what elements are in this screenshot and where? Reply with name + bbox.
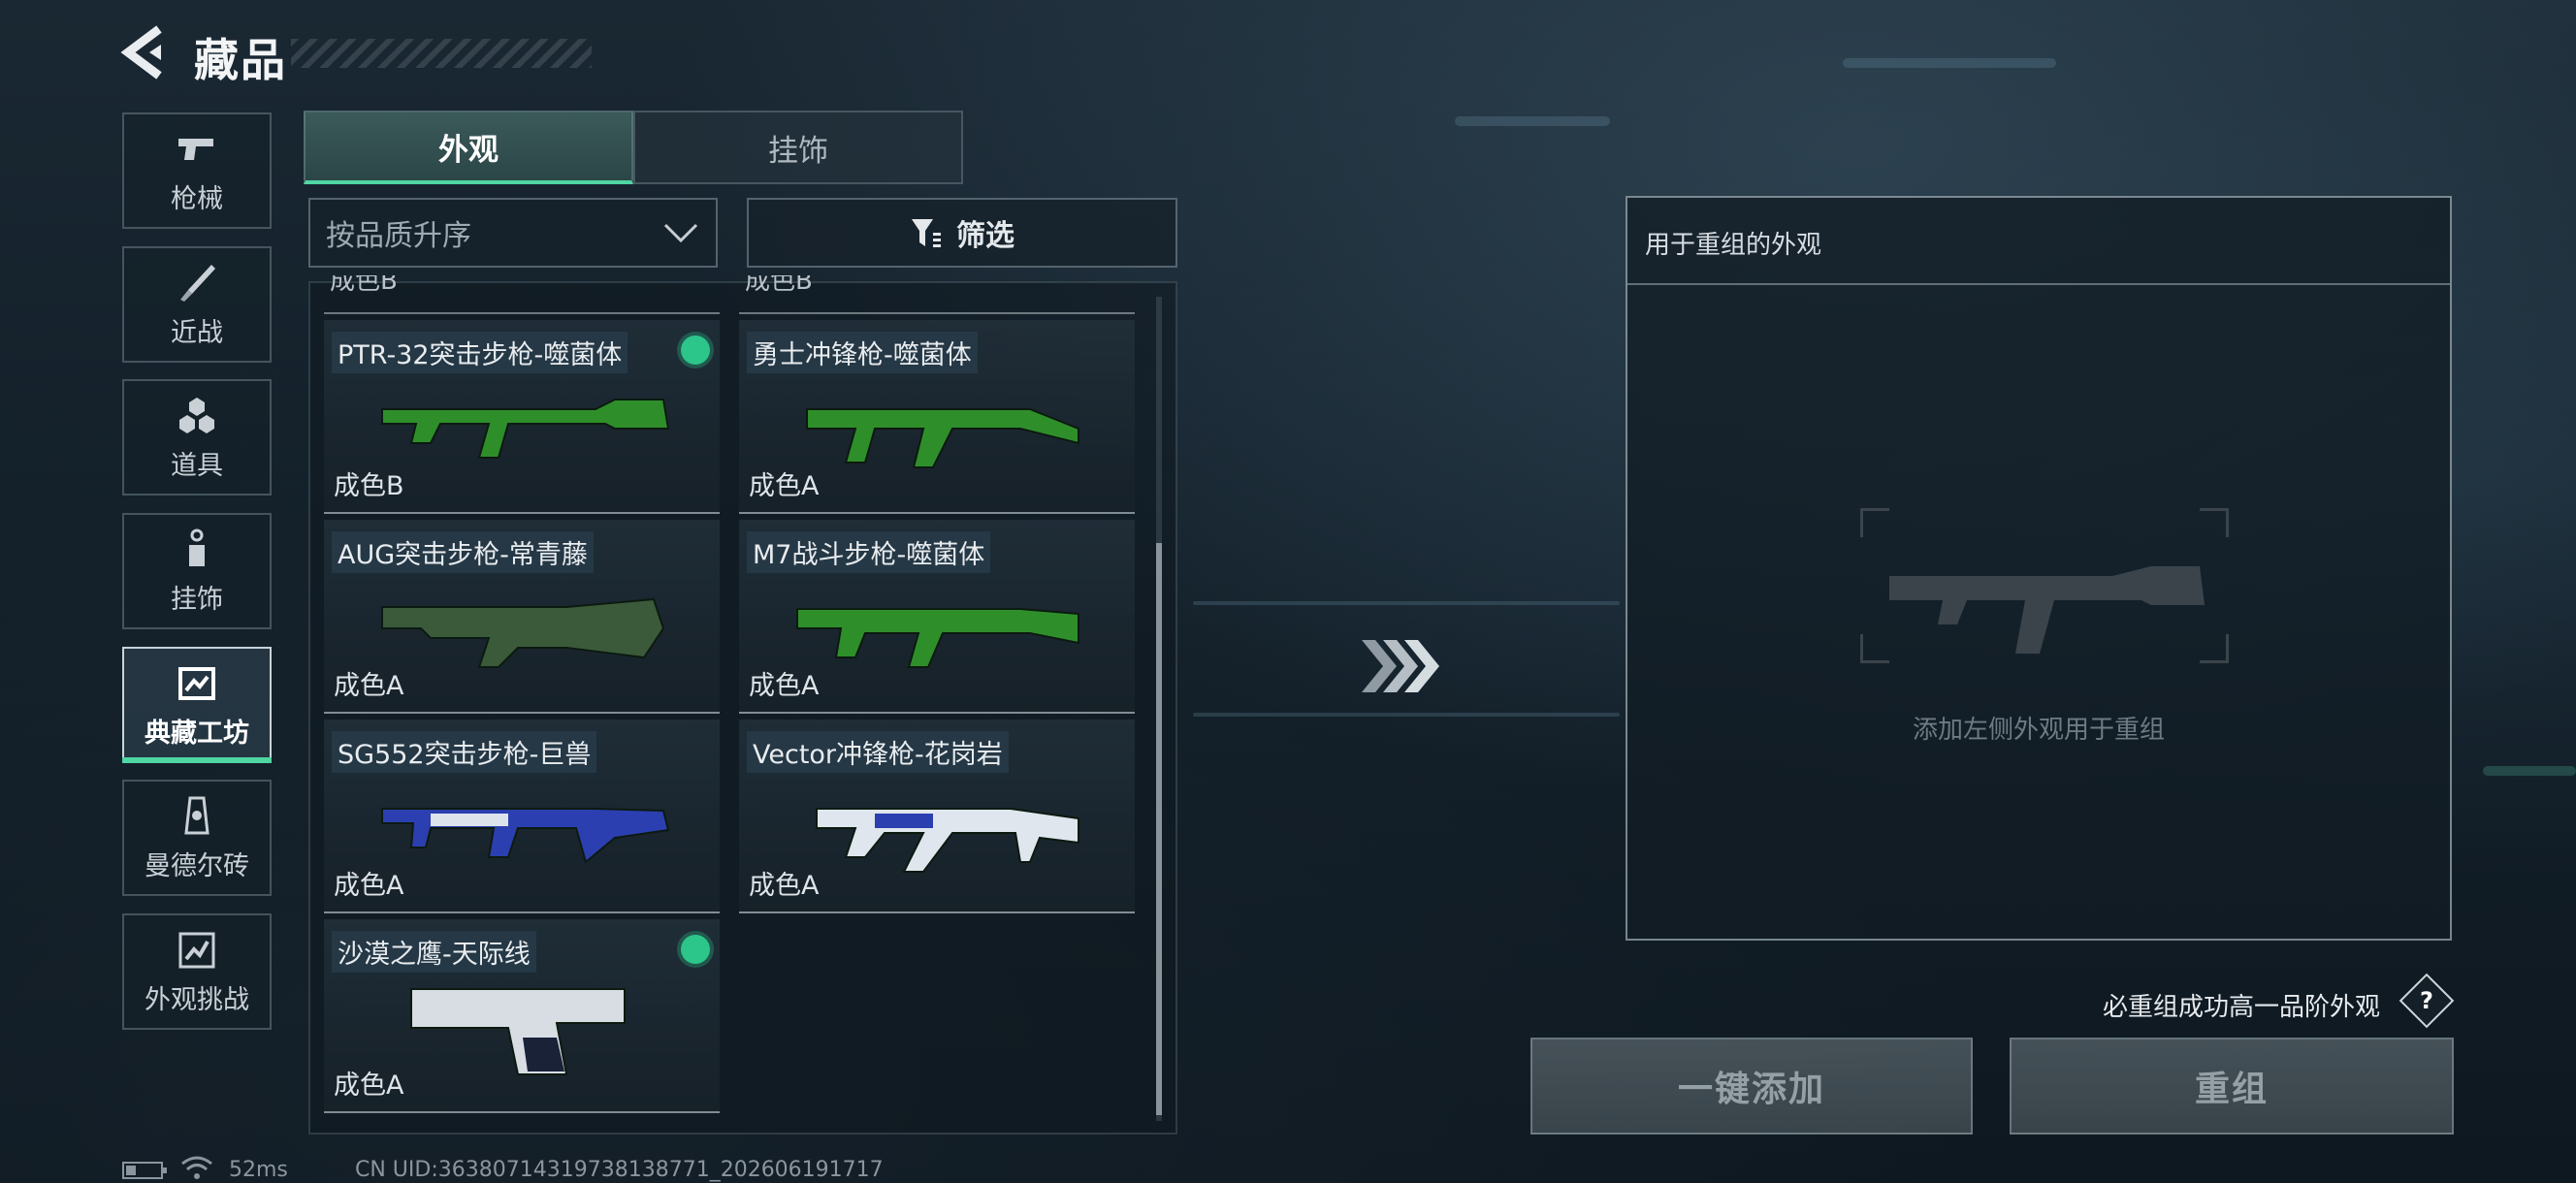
recombine-placeholder-text: 添加左侧外观用于重组	[1912, 716, 2165, 745]
skin-grade: 成色A	[334, 671, 404, 701]
rifle-image	[796, 608, 1079, 668]
skin-card[interactable]: M7战斗步枪-噬菌体 成色A	[739, 520, 1135, 714]
skin-name: SG552突击步枪-巨兽	[332, 731, 597, 773]
nav-item-appearance-challenge[interactable]: 外观挑战	[122, 913, 272, 1030]
help-label: ?	[2420, 987, 2433, 1014]
tab-appearance[interactable]: 外观	[304, 111, 633, 184]
nav-label: 道具	[171, 450, 223, 481]
skin-card[interactable]: AUG突击步枪-常青藤 成色A	[324, 520, 720, 714]
wifi-icon	[181, 1156, 212, 1179]
battery-icon	[122, 1162, 167, 1179]
title-decoration	[291, 39, 592, 68]
smg-image	[806, 408, 1079, 468]
skin-name: PTR-32突击步枪-噬菌体	[332, 332, 628, 373]
transfer-arrow-icon	[1358, 632, 1439, 704]
skin-name: AUG突击步枪-常青藤	[332, 531, 594, 573]
charm-icon	[189, 528, 205, 566]
background-streak	[1843, 58, 2056, 68]
page-title: 藏品	[194, 34, 287, 86]
pistol-image	[410, 988, 626, 1075]
sort-label: 按品质升序	[326, 219, 471, 253]
filter-label: 筛选	[956, 219, 1014, 253]
skin-name: 勇士冲锋枪-噬菌体	[747, 332, 978, 373]
skin-card[interactable]: PTR-32突击步枪-噬菌体 成色B	[324, 320, 720, 514]
user-uid: CN UID:3638071431973813877​1_20260619171…	[355, 1158, 884, 1182]
nav-item-melee[interactable]: 近战	[122, 246, 272, 363]
background-streak	[1193, 601, 1620, 605]
skin-grade: 成色A	[749, 871, 820, 901]
recombine-hint: 必重组成功高一品阶外观	[2103, 993, 2381, 1022]
nav-label: 近战	[171, 317, 223, 348]
skin-grade: 成色B	[334, 471, 404, 501]
workshop-icon	[178, 666, 215, 700]
smg-image	[816, 808, 1079, 873]
challenge-icon	[178, 932, 215, 968]
rifle-placeholder-icon	[1860, 508, 2229, 663]
chevron-down-icon	[663, 223, 698, 243]
background-streak	[1193, 713, 1620, 717]
nav-item-guns[interactable]: 枪械	[122, 112, 272, 229]
skin-grade: 成色A	[334, 871, 404, 901]
ping-readout: 52ms	[229, 1158, 288, 1182]
card-divider	[739, 312, 1135, 314]
nav-item-collection-workshop[interactable]: 典藏工坊	[122, 647, 272, 763]
skin-card[interactable]: SG552突击步枪-巨兽 成色A	[324, 719, 720, 913]
recombine-button[interactable]: 重组	[2010, 1038, 2454, 1135]
grenade-cluster-icon	[179, 397, 214, 433]
scrollbar-thumb[interactable]	[1156, 543, 1162, 1115]
skin-card[interactable]: 沙漠之鹰-天际线 成色A	[324, 919, 720, 1113]
pistol-icon	[178, 138, 213, 160]
nav-label: 枪械	[171, 183, 223, 214]
skin-name: Vector冲锋枪-花岗岩	[747, 731, 1009, 773]
nav-item-items[interactable]: 道具	[122, 379, 272, 496]
nav-label: 典藏工坊	[145, 718, 249, 749]
nav-item-charms[interactable]: 挂饰	[122, 513, 272, 629]
selected-indicator	[681, 336, 710, 365]
knife-icon	[180, 264, 215, 302]
mandel-brick-icon	[184, 796, 209, 834]
skin-name: 沙漠之鹰-天际线	[332, 931, 536, 973]
nav-label: 外观挑战	[145, 984, 249, 1015]
cut-off-grade: 成色B	[330, 275, 398, 296]
rifle-image	[381, 399, 670, 459]
recombine-panel-title: 用于重组的外观	[1645, 231, 1822, 260]
selected-indicator	[681, 935, 710, 964]
skin-card[interactable]: 勇士冲锋枪-噬菌体 成色A	[739, 320, 1135, 514]
tab-charms[interactable]: 挂饰	[633, 111, 963, 184]
background-streak	[2483, 766, 2576, 776]
rifle-image	[381, 597, 665, 668]
recombine-panel: 用于重组的外观 添加左侧外观用于重组	[1626, 196, 2452, 941]
panel-divider	[1627, 283, 2450, 285]
skin-name: M7战斗步枪-噬菌体	[747, 531, 991, 573]
filter-icon	[912, 219, 941, 247]
skin-grade: 成色A	[749, 671, 820, 701]
nav-item-mandel-brick[interactable]: 曼德尔砖	[122, 780, 272, 896]
back-arrow-icon[interactable]	[120, 25, 171, 80]
rifle-image	[381, 808, 670, 864]
skin-grade: 成色A	[749, 471, 820, 501]
background-streak	[1455, 116, 1610, 126]
sort-dropdown[interactable]: 按品质升序	[308, 198, 718, 268]
nav-label: 曼德尔砖	[145, 850, 249, 881]
add-all-button[interactable]: 一键添加	[1530, 1038, 1973, 1135]
skin-grade: 成色A	[334, 1071, 404, 1101]
filter-button[interactable]: 筛选	[747, 198, 1177, 268]
nav-label: 挂饰	[171, 584, 223, 615]
cut-off-grade: 成色B	[745, 275, 813, 296]
skin-card[interactable]: Vector冲锋枪-花岗岩 成色A	[739, 719, 1135, 913]
card-divider	[324, 312, 720, 314]
